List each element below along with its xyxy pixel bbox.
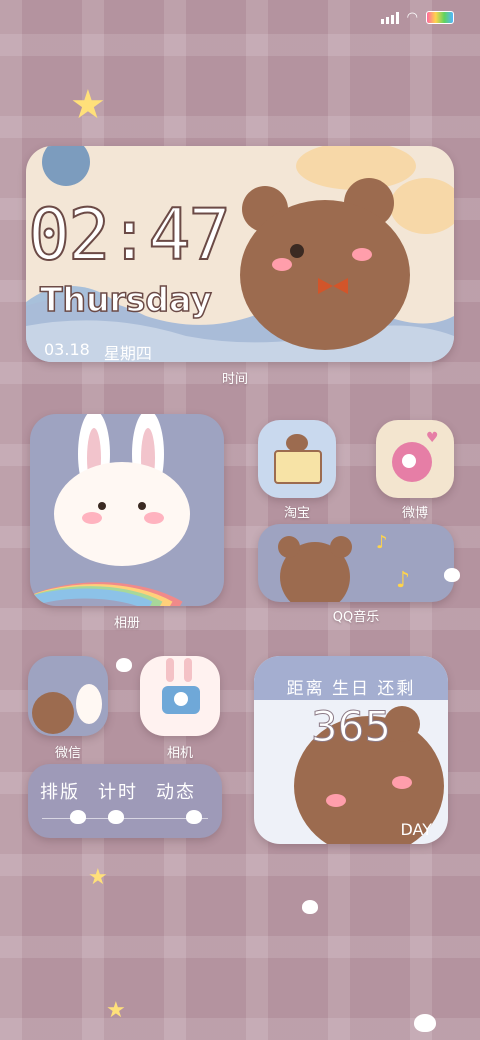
bunny-illustration [30,414,190,606]
text-widget-item: 计时 [98,782,138,803]
wechat-app-icon[interactable] [28,656,108,736]
taobao-app-icon[interactable] [258,420,336,498]
date-label: 03.18 [44,340,90,359]
bunny-sticker-icon [70,810,86,824]
qq-music-widget[interactable]: ♪ ♪ [258,524,454,602]
shopping-cart-icon [274,450,322,484]
bunny-sticker-icon [414,1014,436,1032]
cn-weekday-label: 星期四 [103,344,152,362]
bunny-sticker-icon [186,810,202,824]
status-bar: ◠ [380,10,454,25]
text-widget[interactable]: 排版 计时 动态 [28,764,222,838]
countdown-title: 距离 生日 还剩 [286,679,416,699]
weekday-label: Thursday [39,279,212,320]
divider [42,818,208,819]
music-note-icon: ♪ [376,532,388,553]
star-icon: ★ [106,998,126,1023]
countdown-unit: DAY [400,820,432,839]
music-note-icon: ♪ [396,568,411,593]
weibo-app-label[interactable]: 微博 [365,502,465,521]
bunny-sticker-icon [116,658,132,672]
wifi-icon: ◠ [406,10,418,25]
clock-widget-label: 时间 [221,372,248,387]
camera-app-icon[interactable] [140,656,220,736]
date-row: 03.18 星期四 [44,340,152,362]
photos-app-label[interactable]: 相册 [77,612,177,631]
photos-widget[interactable] [30,414,224,606]
star-icon: ★ [70,82,106,128]
star-icon: ★ [88,865,108,890]
wechat-app-label[interactable]: 微信 [18,742,118,761]
camera-app-label[interactable]: 相机 [130,742,230,761]
countdown-widget[interactable]: 距离 生日 还剩 365 DAY [254,656,448,844]
text-widget-item: 排版 [40,782,80,803]
heart-icon: ♥ [426,430,439,446]
qq-music-label[interactable]: QQ音乐 [306,606,406,625]
time-display: 02:47 [27,193,232,277]
clock-widget[interactable]: 02:47 Thursday 03.18 星期四 [26,146,454,362]
countdown-value: 365 [310,702,392,752]
signal-icon [380,11,399,24]
weibo-app-icon[interactable]: ♥ [376,420,454,498]
bunny-sticker-icon [444,568,460,582]
bunny-sticker-icon [108,810,124,824]
bunny-sticker-icon [302,900,318,914]
taobao-app-label[interactable]: 淘宝 [247,502,347,521]
bear-illustration [238,178,418,350]
battery-icon [426,11,454,24]
text-widget-item: 动态 [156,782,196,803]
